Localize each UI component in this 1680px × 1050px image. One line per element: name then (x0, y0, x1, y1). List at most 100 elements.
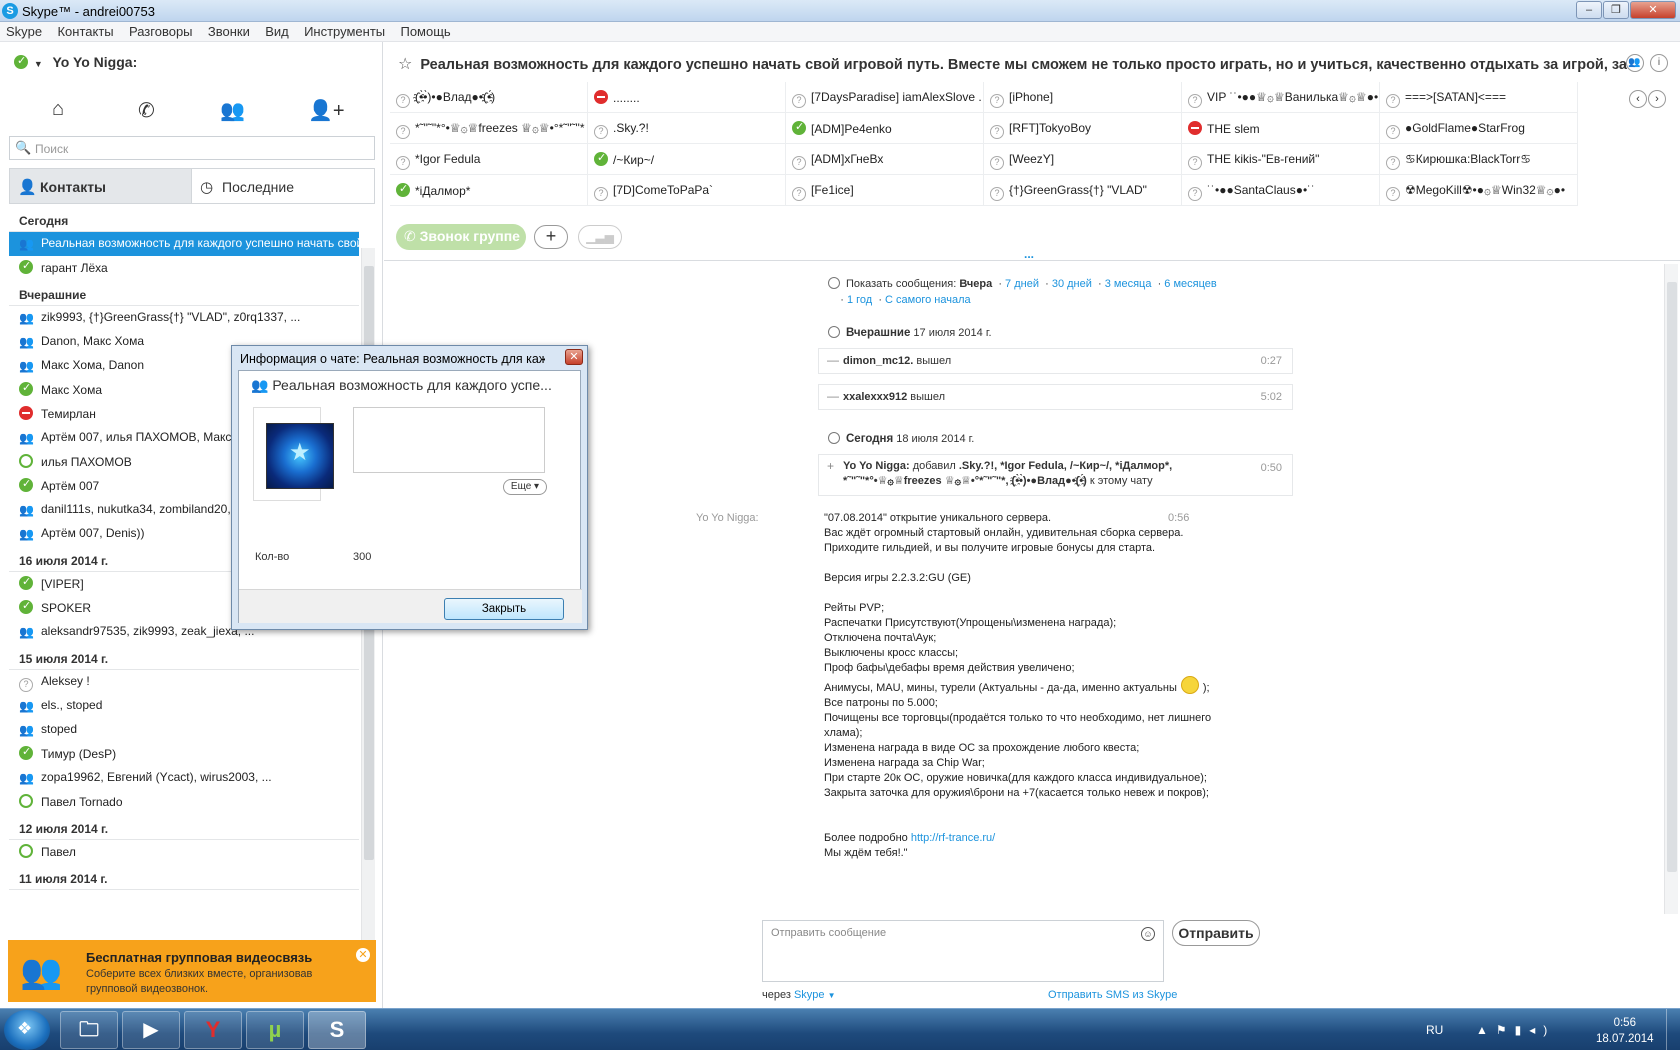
member-cell[interactable]: ? VIP ˙˙•●●♕۞♕Ванилька♕۞♕●• (1182, 82, 1380, 113)
member-cell[interactable]: THE slem (1182, 113, 1380, 144)
recent-item[interactable]: 👥 zopa19962, Евгений (Ycact), wirus2003, … (9, 766, 359, 790)
next-page-icon[interactable]: › (1648, 90, 1666, 108)
member-cell[interactable]: ? [7D]ComeToPaPa` (588, 175, 786, 206)
member-cell[interactable]: ? (҈•̀•̀)•●Влад●•(҈•́) (390, 82, 588, 113)
member-cell[interactable]: ? ♋Кирюшка:BlackTorr♋ (1380, 144, 1578, 175)
message-input[interactable]: Отправить сообщение ☺ (762, 920, 1164, 982)
via-service-dropdown[interactable]: Skype (794, 989, 825, 1001)
send-button[interactable]: Отправить (1172, 920, 1260, 946)
tray-clock[interactable]: 0:56 18.07.2014 (1596, 1015, 1654, 1047)
menu-skype[interactable]: Skype (0, 22, 48, 41)
history-link-30d[interactable]: 30 дней (1052, 278, 1092, 290)
member-cell[interactable]: *iДалмор* (390, 175, 588, 206)
member-cell[interactable]: ? THE kikis-"Ев-гений" (1182, 144, 1380, 175)
prev-page-icon[interactable]: ‹ (1629, 90, 1647, 108)
recent-item[interactable]: гарант Лёха (9, 256, 359, 280)
favorite-star-icon[interactable]: ☆ (398, 56, 412, 73)
member-cell[interactable]: ? {†}GreenGrass{†} "VLAD" (984, 175, 1182, 206)
history-link-3m[interactable]: 3 месяца (1105, 278, 1152, 290)
message-body: "07.08.2014" открытие уникального сервер… (824, 511, 1264, 861)
maximize-button[interactable]: ❐ (1603, 1, 1629, 19)
add-contact-icon[interactable]: 👤+ (308, 98, 345, 123)
more-button[interactable]: Еще ▾ (503, 479, 547, 495)
recent-item-label: Макс Хома, Danon (41, 358, 145, 372)
utorrent-taskbar-icon[interactable]: µ (246, 1011, 304, 1049)
recent-item[interactable]: 👥 zik9993, {†}GreenGrass{†} "VLAD", z0rq1… (9, 306, 359, 330)
start-button[interactable]: ❖ (4, 1010, 50, 1050)
member-cell[interactable]: ? *Igor Fedula (390, 144, 588, 175)
history-link-7d[interactable]: 7 дней (1005, 278, 1039, 290)
menu-calls[interactable]: Звонки (202, 22, 256, 41)
add-participant-button[interactable]: + (534, 225, 568, 249)
phone-icon[interactable]: ✆ (138, 98, 155, 123)
tray-icons[interactable]: ▲⚑▮◂) (1476, 1023, 1555, 1037)
recent-item[interactable]: 👥 Реальная возможность для каждого успешн… (9, 232, 359, 256)
dialog-close-icon[interactable]: ✕ (565, 349, 583, 365)
yandex-browser-taskbar-icon[interactable]: Y (184, 1011, 242, 1049)
member-cell[interactable]: ? [RFT]TokyoBoy (984, 113, 1182, 144)
expand-handle[interactable]: ... (1024, 247, 1034, 261)
event-user: Yo Yo Nigga: (843, 460, 910, 472)
send-sms-link[interactable]: Отправить SMS из Skype (1048, 989, 1177, 1001)
member-cell[interactable]: ........ (588, 82, 786, 113)
group-icon: 👥 (251, 377, 269, 393)
menu-conversations[interactable]: Разговоры (123, 22, 199, 41)
dialog-close-button[interactable]: Закрыть (444, 598, 564, 620)
chevron-down-icon[interactable]: ▼ (828, 991, 836, 1000)
language-indicator[interactable]: RU (1426, 1023, 1443, 1037)
close-window-button[interactable]: ✕ (1630, 1, 1676, 19)
message-link[interactable]: http://rf-trance.ru/ (911, 832, 995, 844)
member-cell[interactable]: /~Кир~/ (588, 144, 786, 175)
call-quality-button[interactable]: ▁▃▅ (578, 225, 622, 249)
promo-banner[interactable]: 👥 Бесплатная групповая видеосвязь Собери… (8, 940, 376, 1002)
group-call-button[interactable]: ✆ Звонок группе (396, 224, 526, 250)
history-link-all[interactable]: С самого начала (885, 294, 971, 306)
menu-tools[interactable]: Инструменты (298, 22, 391, 41)
history-link-6m[interactable]: 6 месяцев (1164, 278, 1216, 290)
group-icon[interactable]: 👥 (220, 98, 245, 123)
menu-contacts[interactable]: Контакты (51, 22, 119, 41)
member-cell[interactable]: ? ˙˙•●●SantaClaus●•˙˙ (1182, 175, 1380, 206)
participants-icon[interactable]: 👥 (1625, 54, 1644, 72)
member-cell[interactable]: ? [ADM]хГнеВх (786, 144, 984, 175)
recent-item[interactable]: 👥 stoped (9, 718, 359, 742)
member-cell[interactable]: ? ☢MegoKill☢•●۞♕Win32♕۞●• (1380, 175, 1578, 206)
media-player-taskbar-icon[interactable]: ▶ (122, 1011, 180, 1049)
chat-scroll-thumb[interactable] (1667, 282, 1677, 872)
recent-item[interactable]: Павел Tornado (9, 790, 359, 814)
member-cell[interactable]: ? [Fe1ice] (786, 175, 984, 206)
count-value: 300 (353, 551, 372, 563)
status-dropdown-icon[interactable]: ▼ (34, 59, 43, 69)
menu-view[interactable]: Вид (259, 22, 295, 41)
chat-avatar-box[interactable] (253, 407, 334, 501)
recent-item[interactable]: Тимур (DesP) (9, 742, 359, 766)
explorer-taskbar-icon[interactable]: 🗀 (60, 1011, 118, 1049)
member-cell[interactable]: ? ===>[SATAN]<=== (1380, 82, 1578, 113)
search-box[interactable]: 🔍 Поиск (9, 136, 375, 160)
day-label: Вчерашние (846, 327, 911, 339)
member-cell[interactable]: ? .Sky.?! (588, 113, 786, 144)
recent-item[interactable]: Павел (9, 840, 359, 864)
show-desktop-button[interactable] (1666, 1009, 1680, 1050)
member-cell[interactable]: ? ●GoldFlame●StarFrog (1380, 113, 1578, 144)
tab-recent[interactable]: ◷ Последние (192, 168, 375, 204)
profile[interactable]: ▼ Yo Yo Nigga: (14, 54, 137, 70)
emoticon-icon[interactable]: ☺ (1141, 927, 1155, 941)
history-link-1y[interactable]: 1 год (847, 294, 872, 306)
menu-help[interactable]: Помощь (394, 22, 456, 41)
member-cell[interactable]: ? [WeezY] (984, 144, 1182, 175)
minimize-button[interactable]: – (1576, 1, 1602, 19)
promo-close-icon[interactable]: ✕ (356, 948, 370, 962)
recent-item[interactable]: 👥 els., stoped (9, 694, 359, 718)
recent-item[interactable]: ? Aleksey ! (9, 670, 359, 694)
tab-contacts[interactable]: 👤 Контакты (9, 168, 192, 204)
home-icon[interactable]: ⌂ (52, 98, 64, 121)
member-cell[interactable]: ? [7DaysParadise] iamAlexSlove . (786, 82, 984, 113)
info-icon[interactable]: i (1650, 54, 1668, 72)
member-cell[interactable]: ? *˜"˜"*°•♕۞♕freezes ♕۞♕•°*˜"˜"* (390, 113, 588, 144)
skype-taskbar-icon[interactable]: S (308, 1011, 366, 1049)
chat-description[interactable] (353, 407, 545, 473)
member-cell[interactable]: [ADM]Pe4enko (786, 113, 984, 144)
chat-scrollbar[interactable] (1664, 264, 1678, 914)
member-cell[interactable]: ? [iPhone] (984, 82, 1182, 113)
